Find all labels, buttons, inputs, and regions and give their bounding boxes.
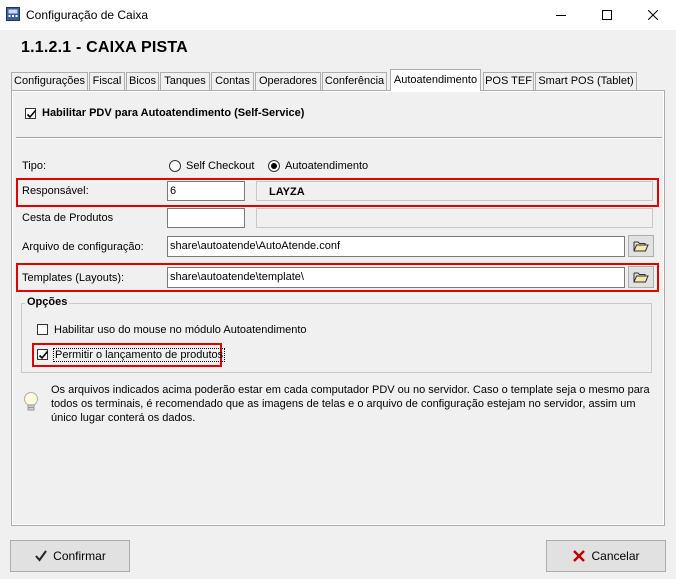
form-title: 1.1.2.1 - CAIXA PISTA: [21, 39, 188, 56]
templates-browse-button[interactable]: [628, 266, 654, 288]
separator-highlight: [16, 138, 662, 139]
responsavel-code-input[interactable]: 6: [167, 181, 245, 201]
arquivo-input[interactable]: share\autoatende\AutoAtende.conf: [167, 236, 625, 257]
mouse-checkbox[interactable]: [37, 324, 48, 335]
tab-conferencia[interactable]: Conferência: [322, 72, 387, 90]
tab-tanques[interactable]: Tanques: [160, 72, 210, 90]
folder-icon: [633, 272, 649, 283]
lancamento-label: Permitir o lançamento de produtos: [53, 348, 226, 362]
checkmark-icon: [38, 350, 49, 360]
tab-autoatendimento[interactable]: Autoatendimento: [390, 69, 481, 91]
lancamento-checkbox[interactable]: [37, 349, 49, 360]
tab-contas[interactable]: Contas: [211, 72, 254, 90]
maximize-icon: [602, 10, 612, 20]
cesta-name-field: [256, 208, 653, 228]
app-icon: [6, 7, 20, 21]
templates-label: Templates (Layouts):: [22, 272, 125, 284]
cesta-code-input[interactable]: [167, 208, 245, 228]
confirm-label: Confirmar: [53, 549, 106, 563]
tab-bicos[interactable]: Bicos: [126, 72, 159, 90]
tab-configuracoes[interactable]: Configurações: [11, 72, 88, 90]
self-checkout-radio[interactable]: [169, 160, 181, 172]
close-icon: [648, 10, 658, 20]
mouse-label: Habilitar uso do mouse no módulo Autoate…: [54, 324, 307, 336]
templates-input[interactable]: share\autoatende\template\: [167, 267, 625, 288]
tab-pos-tef[interactable]: POS TEF: [483, 72, 534, 90]
info-line-3: único lugar conterá os dados.: [51, 412, 196, 424]
checkmark-icon: [26, 109, 37, 119]
tab-fiscal[interactable]: Fiscal: [89, 72, 125, 90]
cancel-label: Cancelar: [591, 549, 640, 563]
check-icon: [35, 550, 47, 562]
close-button[interactable]: [630, 0, 676, 30]
tab-smart-pos[interactable]: Smart POS (Tablet): [535, 72, 637, 90]
info-line-1: Os arquivos indicados acima poderão esta…: [51, 384, 650, 396]
autoatendimento-label: Autoatendimento: [285, 160, 369, 172]
minimize-icon: [556, 15, 566, 16]
opcoes-title: Opções: [25, 296, 70, 308]
autoatendimento-radio[interactable]: [268, 160, 280, 172]
window-title: Configuração de Caixa: [26, 8, 149, 22]
responsavel-label: Responsável:: [22, 185, 89, 197]
arquivo-browse-button[interactable]: [628, 235, 654, 257]
cancel-button[interactable]: Cancelar: [546, 540, 666, 572]
tab-operadores[interactable]: Operadores: [255, 72, 321, 90]
cesta-label: Cesta de Produtos: [22, 212, 114, 224]
self-checkout-label: Self Checkout: [186, 160, 255, 172]
cancel-x-icon: [573, 550, 586, 562]
enable-pdv-label: Habilitar PDV para Autoatendimento (Self…: [42, 107, 305, 119]
responsavel-name-field: LAYZA: [256, 181, 653, 201]
minimize-button[interactable]: [538, 0, 584, 30]
maximize-button[interactable]: [584, 0, 630, 30]
confirm-button[interactable]: Confirmar: [10, 540, 130, 572]
info-line-2: todos os terminais, é recomendado que as…: [51, 398, 636, 410]
enable-pdv-checkbox[interactable]: [25, 108, 37, 119]
lightbulb-icon: [23, 391, 39, 413]
arquivo-label: Arquivo de configuração:: [22, 241, 144, 253]
folder-icon: [633, 241, 649, 252]
tipo-label: Tipo:: [22, 160, 47, 172]
